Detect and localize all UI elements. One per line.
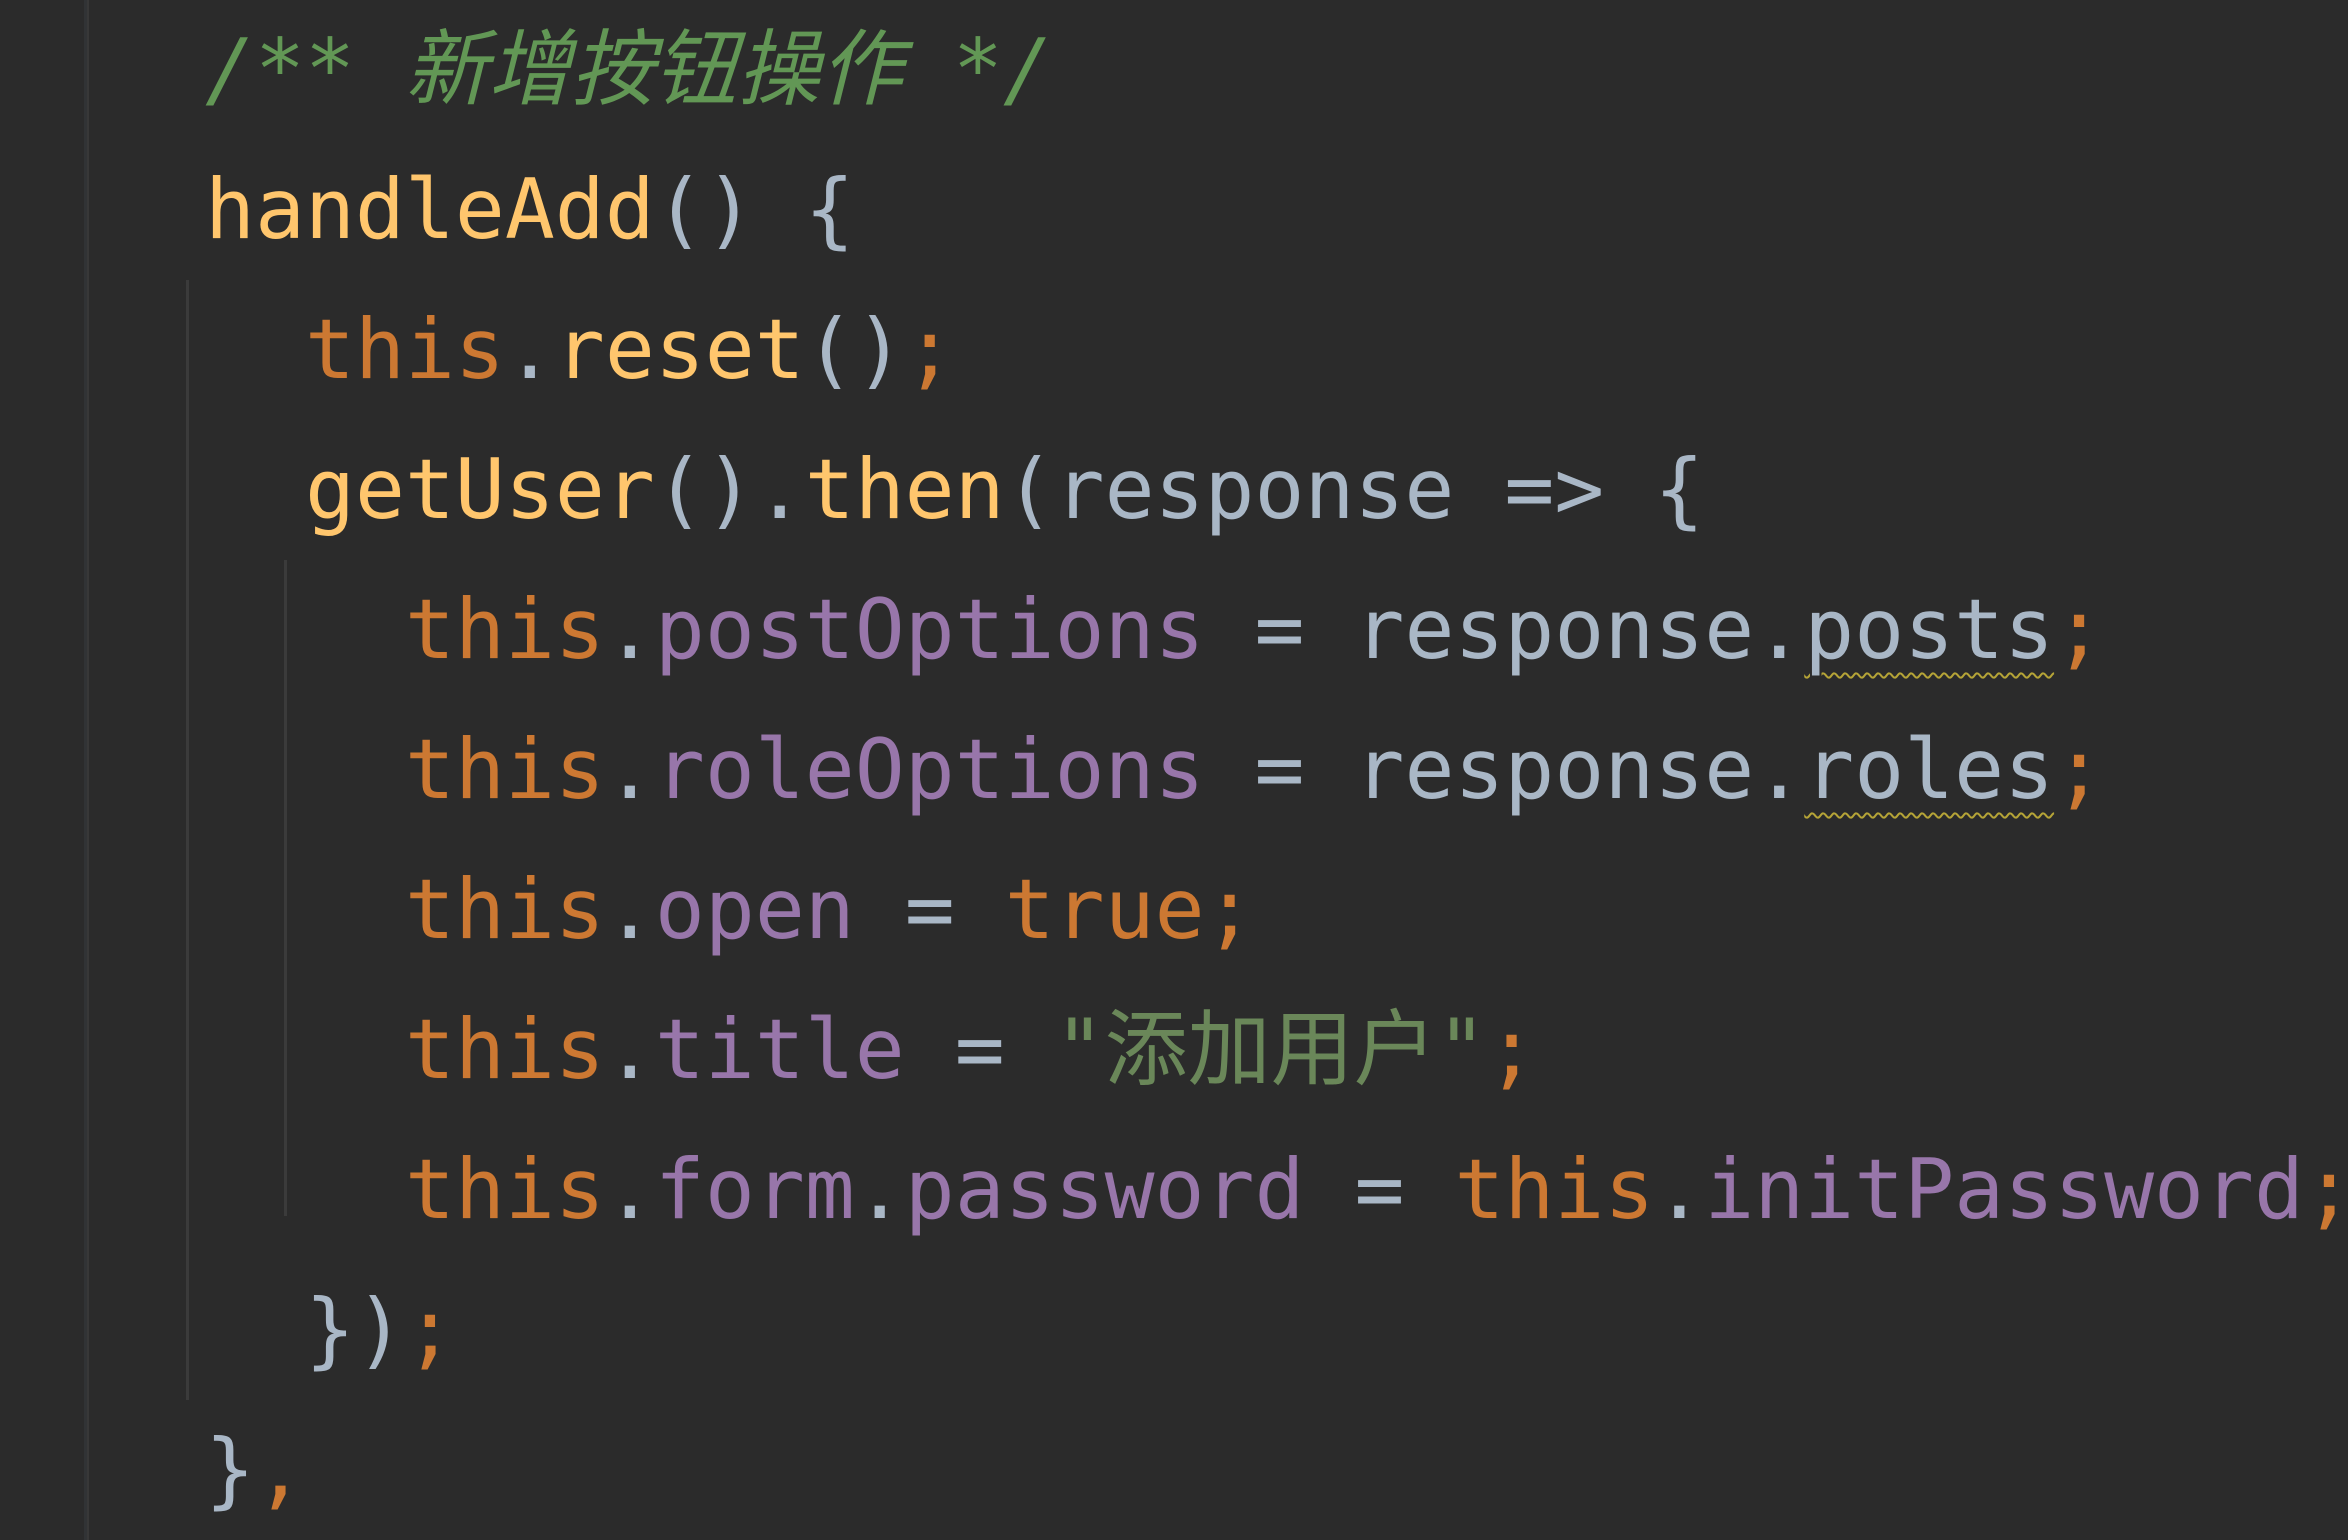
code-token: open bbox=[654, 861, 855, 958]
code-token: ; bbox=[1486, 1001, 1537, 1098]
code-token: password bbox=[904, 1141, 1305, 1238]
code-token: title bbox=[654, 1001, 905, 1098]
code-token: () bbox=[804, 301, 905, 398]
code-token: . bbox=[504, 301, 555, 398]
code-token: = bbox=[1204, 721, 1355, 818]
indent-guide bbox=[186, 280, 189, 1400]
code-line[interactable]: this.postOptions = response.posts; bbox=[405, 560, 2104, 700]
code-token: = bbox=[854, 861, 1005, 958]
code-token: , bbox=[254, 1421, 305, 1518]
code-line[interactable]: this.roleOptions = response.roles; bbox=[405, 700, 2104, 840]
code-token: . bbox=[604, 581, 655, 678]
indent-guide bbox=[284, 560, 287, 1216]
code-token: ( bbox=[1004, 441, 1055, 538]
code-token: response bbox=[1354, 721, 1755, 818]
code-line[interactable]: /** 新增按钮操作 */ bbox=[205, 0, 1053, 140]
code-token: ; bbox=[404, 1281, 455, 1378]
code-token: then bbox=[804, 441, 1005, 538]
gutter-divider bbox=[84, 0, 89, 1540]
code-token: ; bbox=[2304, 1141, 2348, 1238]
code-token: } bbox=[205, 1421, 255, 1518]
code-token: "添加用户" bbox=[1054, 1001, 1487, 1098]
code-token: (). bbox=[654, 441, 805, 538]
code-token: = bbox=[1304, 1141, 1455, 1238]
code-token: reset bbox=[554, 301, 805, 398]
code-token: . bbox=[1754, 721, 1805, 818]
code-token: response bbox=[1054, 441, 1455, 538]
code-token: getUser bbox=[305, 441, 655, 538]
code-token: . bbox=[604, 721, 655, 818]
code-token: true bbox=[1004, 861, 1205, 958]
code-token: ; bbox=[2054, 581, 2105, 678]
code-line[interactable]: this.reset(); bbox=[305, 280, 955, 420]
code-token: response bbox=[1354, 581, 1755, 678]
code-token: . bbox=[1754, 581, 1805, 678]
code-token: roles bbox=[1804, 721, 2055, 818]
code-token: this bbox=[405, 1001, 605, 1098]
code-line[interactable]: this.form.password = this.initPassword; bbox=[405, 1120, 2348, 1260]
code-token: . bbox=[854, 1141, 905, 1238]
code-token: . bbox=[604, 861, 655, 958]
code-token: . bbox=[604, 1001, 655, 1098]
code-token: () { bbox=[654, 161, 855, 258]
code-token: handleAdd bbox=[205, 161, 655, 258]
code-token: /** 新增按钮操作 */ bbox=[205, 21, 1053, 118]
code-token: posts bbox=[1804, 581, 2055, 678]
code-token: this bbox=[405, 581, 605, 678]
code-line[interactable]: }); bbox=[305, 1260, 455, 1400]
code-token: . bbox=[604, 1141, 655, 1238]
code-line[interactable]: this.title = "添加用户"; bbox=[405, 980, 1537, 1120]
code-line[interactable]: this.open = true; bbox=[405, 840, 1255, 980]
code-line[interactable]: handleAdd() { bbox=[205, 140, 855, 280]
code-line[interactable]: }, bbox=[205, 1400, 305, 1540]
code-token: ; bbox=[2054, 721, 2105, 818]
code-token: => { bbox=[1454, 441, 1705, 538]
code-token: postOptions bbox=[654, 581, 1205, 678]
code-token: ; bbox=[1204, 861, 1255, 958]
code-editor[interactable]: /** 新增按钮操作 */handleAdd() {this.reset(); g… bbox=[0, 0, 2348, 1540]
code-token: this bbox=[1454, 1141, 1655, 1238]
code-token: = bbox=[1204, 581, 1355, 678]
code-line[interactable]: getUser().then(response => { bbox=[305, 420, 1704, 560]
code-token: this bbox=[405, 721, 605, 818]
code-token: this bbox=[405, 861, 605, 958]
code-token: this bbox=[305, 301, 505, 398]
code-token: initPassword bbox=[1704, 1141, 2304, 1238]
code-token: this bbox=[405, 1141, 605, 1238]
code-token: ; bbox=[904, 301, 955, 398]
code-token: }) bbox=[305, 1281, 405, 1378]
code-token: form bbox=[654, 1141, 855, 1238]
code-token: . bbox=[1654, 1141, 1705, 1238]
code-token: roleOptions bbox=[654, 721, 1205, 818]
code-token: = bbox=[904, 1001, 1055, 1098]
